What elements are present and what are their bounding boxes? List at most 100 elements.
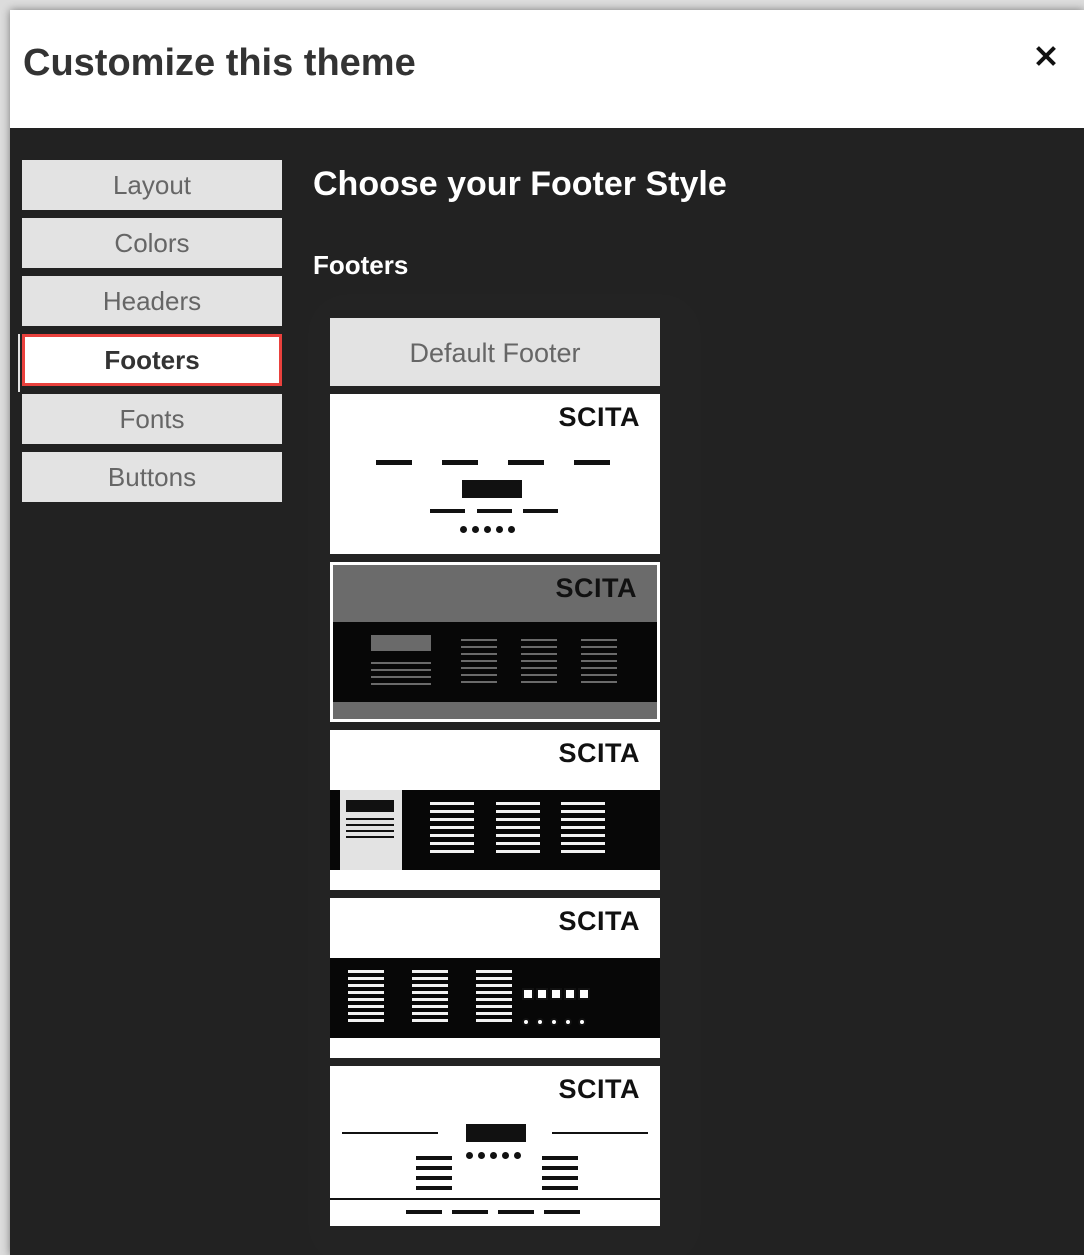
footer-element: [496, 802, 540, 805]
footer-element: [416, 1156, 452, 1160]
thumb-brand: SCITA: [558, 906, 640, 936]
footer-element: [348, 998, 384, 1001]
customize-theme-dialog: Customize this theme Layout Colors Heade…: [10, 10, 1084, 1255]
footer-element: [430, 826, 474, 829]
footer-element: [346, 818, 394, 820]
footer-element: [460, 526, 467, 533]
footer-element: [578, 988, 590, 1000]
settings-nav: Layout Colors Headers Footers Fonts Butt…: [18, 160, 282, 510]
footer-element: [496, 842, 540, 845]
footer-element: [508, 460, 544, 465]
close-icon[interactable]: [1034, 44, 1058, 68]
nav-item-buttons[interactable]: Buttons: [22, 452, 282, 502]
section-title: Choose your Footer Style: [313, 165, 727, 203]
footer-element: [461, 646, 497, 648]
footer-element: [430, 842, 474, 845]
footer-element: [498, 1210, 534, 1214]
footer-element: [346, 830, 394, 832]
footer-element: [412, 1005, 448, 1008]
footer-element: [461, 639, 497, 641]
thumb-brand: SCITA: [555, 573, 637, 603]
footer-element: [461, 674, 497, 676]
footer-element: [484, 526, 491, 533]
footer-element: [430, 810, 474, 813]
footer-element: [581, 646, 617, 648]
footer-element: [521, 646, 557, 648]
footer-element: [466, 1152, 473, 1159]
footer-element: [581, 681, 617, 683]
footer-element: [522, 988, 534, 1000]
footer-element: [348, 991, 384, 994]
footer-element: [476, 991, 512, 994]
footer-element: [550, 1018, 558, 1026]
thumb-brand: SCITA: [558, 402, 640, 432]
footer-element: [478, 1152, 485, 1159]
footer-element: [552, 1132, 648, 1134]
footer-element: [561, 850, 605, 853]
footer-style-5[interactable]: SCITA: [330, 1066, 660, 1226]
thumb-brand: SCITA: [558, 1074, 640, 1104]
footer-element: [346, 824, 394, 826]
footer-element: [476, 970, 512, 973]
footer-element: [346, 800, 394, 812]
footer-element: [412, 1019, 448, 1022]
footer-element: [574, 460, 610, 465]
footer-element: [581, 653, 617, 655]
footer-element: [508, 526, 515, 533]
default-footer-button[interactable]: Default Footer: [330, 318, 660, 386]
section-subtitle: Footers: [313, 250, 409, 280]
footer-element: [466, 1124, 526, 1142]
footer-element: [472, 526, 479, 533]
footer-style-2[interactable]: SCITA: [330, 562, 660, 722]
footer-element: [561, 810, 605, 813]
footer-element: [461, 660, 497, 662]
footer-element: [476, 1012, 512, 1015]
footer-element: [581, 674, 617, 676]
footer-element: [561, 834, 605, 837]
footer-element: [564, 1018, 572, 1026]
footer-element: [461, 667, 497, 669]
thumb-brand: SCITA: [558, 738, 640, 768]
footer-element: [476, 1005, 512, 1008]
nav-item-headers[interactable]: Headers: [22, 276, 282, 326]
footer-element: [476, 998, 512, 1001]
footer-style-4[interactable]: SCITA: [330, 898, 660, 1058]
footer-element: [496, 810, 540, 813]
footer-element: [416, 1166, 452, 1170]
footer-element: [371, 676, 431, 678]
dialog-header: Customize this theme: [10, 10, 1084, 128]
footer-element: [496, 850, 540, 853]
footer-element: [430, 850, 474, 853]
footer-element: [452, 1210, 488, 1214]
footer-element: [561, 818, 605, 821]
footer-element: [461, 653, 497, 655]
footer-element: [521, 667, 557, 669]
footer-element: [412, 998, 448, 1001]
footer-element: [412, 977, 448, 980]
footer-element: [521, 681, 557, 683]
footer-element: [406, 1210, 442, 1214]
nav-item-footers[interactable]: Footers: [18, 334, 282, 392]
footer-element: [342, 1132, 438, 1134]
footer-element: [476, 984, 512, 987]
footer-element: [461, 681, 497, 683]
footer-element: [412, 991, 448, 994]
footer-element: [561, 826, 605, 829]
footer-element: [523, 509, 558, 513]
nav-item-layout[interactable]: Layout: [22, 160, 282, 210]
footer-element: [521, 674, 557, 676]
footer-element: [348, 1012, 384, 1015]
nav-item-fonts[interactable]: Fonts: [22, 394, 282, 444]
footer-style-1[interactable]: SCITA: [330, 394, 660, 554]
footer-element: [430, 509, 465, 513]
footer-element: [348, 1019, 384, 1022]
footer-element: [376, 460, 412, 465]
footer-element: [536, 988, 548, 1000]
footer-element: [581, 667, 617, 669]
nav-item-colors[interactable]: Colors: [22, 218, 282, 268]
footer-element: [496, 826, 540, 829]
footer-element: [371, 635, 431, 651]
footer-element: [536, 1018, 544, 1026]
footer-style-3[interactable]: SCITA: [330, 730, 660, 890]
footer-element: [502, 1152, 509, 1159]
